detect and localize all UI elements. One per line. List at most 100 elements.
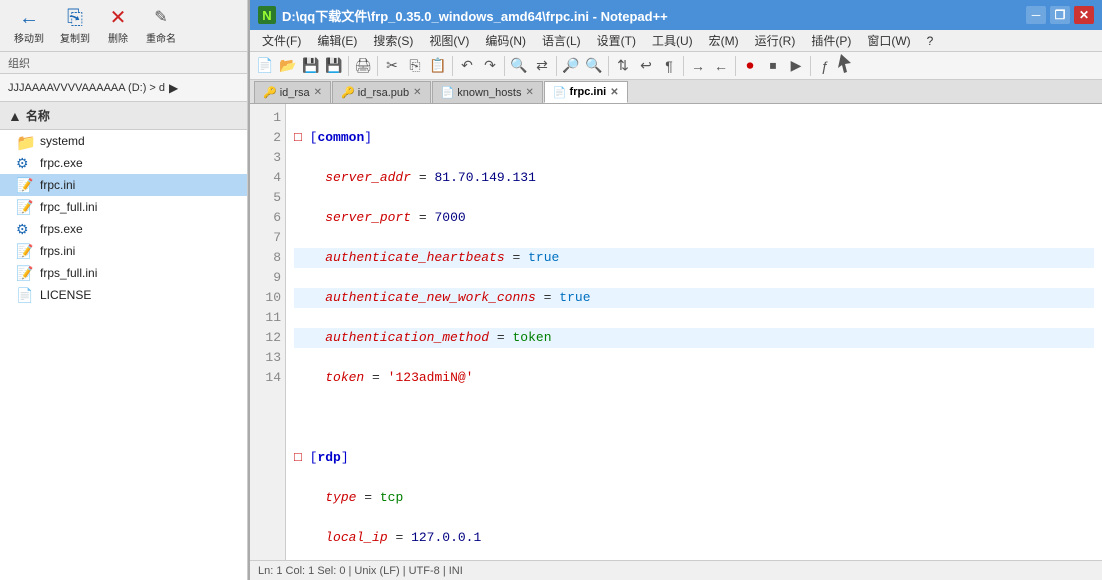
tb-undo[interactable]: ↶ [456,55,478,77]
list-item[interactable]: 📁 systemd [0,130,247,152]
tb-macro-stop[interactable]: ⏹ [762,55,784,77]
tb-word-wrap[interactable]: ↩ [635,55,657,77]
list-item[interactable]: ⚙ frpc.exe [0,152,247,174]
menu-macro[interactable]: 宏(M) [701,30,747,51]
npp-editor[interactable]: 1 2 3 4 5 6 7 8 9 10 11 12 13 14 □ [comm… [250,104,1102,560]
tb-function-list[interactable]: ƒ [814,55,836,77]
close-button[interactable]: ✕ [1074,6,1094,24]
tb-zoom-out[interactable]: 🔍 [583,55,605,77]
tab-frpc-ini[interactable]: 📄 frpc.ini ✕ [544,81,628,103]
back-button[interactable]: ← 移动到 [8,4,50,47]
delete-button[interactable]: ✕ 删除 [100,4,136,47]
tab-known-hosts[interactable]: 📄 known_hosts ✕ [432,81,543,103]
list-item[interactable]: 📝 frpc_full.ini [0,196,247,218]
code-line-7: token = '123admiN@' [294,368,1094,388]
tb-redo[interactable]: ↷ [479,55,501,77]
equals: = [372,370,380,385]
back-icon: ← [19,6,39,30]
back-label: 移动到 [14,30,44,45]
expand-icon[interactable]: ▲ [8,108,22,124]
tb-new[interactable]: 📄 [254,55,276,77]
file-name: frpc.ini [40,178,75,192]
minus-icon: □ [294,130,302,145]
tb-unindent[interactable]: ← [710,55,732,77]
menu-search[interactable]: 搜索(S) [365,30,421,51]
list-item-selected[interactable]: 📝 frpc.ini [0,174,247,196]
code-line-2: server_addr = 81.70.149.131 [294,168,1094,188]
key: authentication_method [325,330,489,345]
value: token [512,330,551,345]
folder-icon: 📁 [16,133,34,149]
tb-macro-rec[interactable]: ⏺ [739,55,761,77]
tab-close-icon[interactable]: ✕ [525,87,533,98]
tab-id-rsa-pub[interactable]: 🔑 id_rsa.pub ✕ [332,81,430,103]
tb-replace[interactable]: ⇄ [531,55,553,77]
tb-print[interactable]: 🖨 [352,55,374,77]
tb-sync-scroll[interactable]: ⇅ [612,55,634,77]
code-line-1: □ [common] [294,128,1094,148]
menu-run[interactable]: 运行(R) [747,30,804,51]
file-name: frpc.exe [40,156,83,170]
npp-toolbar: 📄 📂 💾 💾 🖨 ✂ ⎘ 📋 ↶ ↷ 🔍 ⇄ 🔎 🔍 ⇅ ↩ ¶ → ← ⏺ … [250,52,1102,80]
tb-save[interactable]: 💾 [300,55,322,77]
menu-plugins[interactable]: 插件(P) [803,30,859,51]
tb-open[interactable]: 📂 [277,55,299,77]
list-item[interactable]: 📝 frps_full.ini [0,262,247,284]
menu-tools[interactable]: 工具(U) [644,30,701,51]
delete-label: 删除 [108,30,128,45]
tab-file-icon: 🔑 [341,86,355,99]
menu-encoding[interactable]: 编码(N) [477,30,534,51]
restore-button[interactable]: ❐ [1050,6,1070,24]
menu-view[interactable]: 视图(V) [421,30,477,51]
ini-icon: 📝 [16,243,34,259]
menu-file[interactable]: 文件(F) [254,30,309,51]
menu-settings[interactable]: 设置(T) [589,30,644,51]
tab-close-icon[interactable]: ✕ [413,87,421,98]
toolbar-separator [556,56,557,76]
equals: = [512,250,520,265]
copy-button[interactable]: ⎘ 复制到 [54,4,96,47]
tb-paste[interactable]: 📋 [427,55,449,77]
tab-close-icon[interactable]: ✕ [314,87,322,98]
tb-cut[interactable]: ✂ [381,55,403,77]
tb-macro-play[interactable]: ▶ [785,55,807,77]
toolbar-separator [504,56,505,76]
npp-title: D:\qq下载文件\frp_0.35.0_windows_amd64\frpc.… [282,6,1026,25]
key: local_ip [325,530,387,545]
file-explorer: ← 移动到 ⎘ 复制到 ✕ 删除 ✎ 重命名 组织 JJJAAAAVVVVAAA… [0,0,248,580]
value: tcp [380,490,403,505]
menu-edit[interactable]: 编辑(E) [309,30,365,51]
txt-icon: 📄 [16,287,34,303]
menu-help[interactable]: ? [919,32,942,50]
file-name: systemd [40,134,85,148]
tb-copy[interactable]: ⎘ [404,55,426,77]
code-line-11: local_ip = 127.0.0.1 [294,528,1094,548]
dir-header-label: 名称 [26,107,50,124]
key: type [325,490,356,505]
npp-app-icon: N [258,6,276,24]
tab-close-icon[interactable]: ✕ [610,87,618,98]
equals: = [395,530,403,545]
tb-zoom-in[interactable]: 🔎 [560,55,582,77]
minimize-button[interactable]: ─ [1026,6,1046,24]
tb-indent[interactable]: → [687,55,709,77]
tb-save-all[interactable]: 💾 [323,55,345,77]
equals: = [497,330,505,345]
list-item[interactable]: 📝 frps.ini [0,240,247,262]
file-name: frps.ini [40,244,75,258]
key: authenticate_heartbeats [325,250,504,265]
tab-label: id_rsa [280,87,310,99]
key: authenticate_new_work_conns [325,290,536,305]
list-item[interactable]: ⚙ frps.exe [0,218,247,240]
code-editor[interactable]: □ [common] server_addr = 81.70.149.131 s… [286,104,1102,560]
menu-language[interactable]: 语言(L) [534,30,589,51]
tab-id-rsa[interactable]: 🔑 id_rsa ✕ [254,81,331,103]
equals: = [544,290,552,305]
list-item[interactable]: 📄 LICENSE [0,284,247,306]
file-name: LICENSE [40,288,91,302]
window-controls: ─ ❐ ✕ [1026,6,1094,24]
menu-window[interactable]: 窗口(W) [859,30,918,51]
tb-find[interactable]: 🔍 [508,55,530,77]
rename-button[interactable]: ✎ 重命名 [140,4,182,47]
tb-all-chars[interactable]: ¶ [658,55,680,77]
